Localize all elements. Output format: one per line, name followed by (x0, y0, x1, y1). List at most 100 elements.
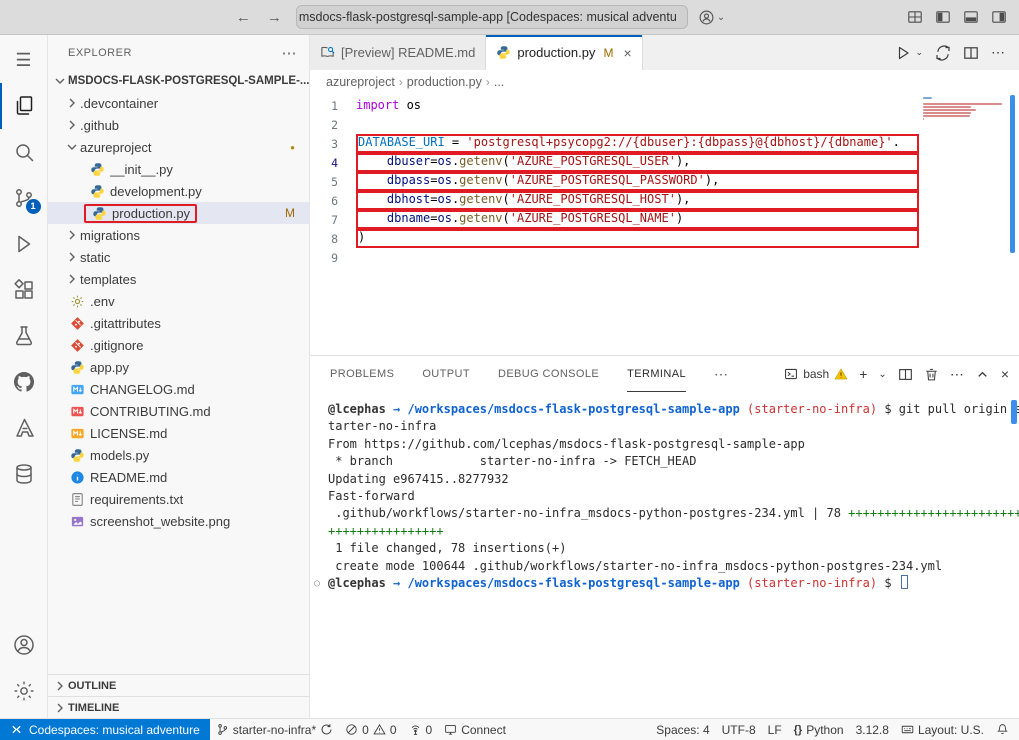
keyboard-layout-indicator[interactable]: Layout: U.S. (895, 719, 990, 740)
tab-close-icon[interactable]: × (623, 45, 631, 61)
tree-item-contributing-md[interactable]: CONTRIBUTING.md (48, 400, 309, 422)
code-line[interactable]: 1import os (310, 96, 1019, 115)
tree-item-migrations[interactable]: migrations (48, 224, 309, 246)
tree-item-github[interactable]: .github (48, 114, 309, 136)
forward-icon[interactable]: → (267, 9, 282, 26)
notifications-bell[interactable] (990, 719, 1015, 740)
sidebar-more-icon[interactable]: ⋯ (282, 44, 298, 62)
tree-item-screenshot-website-png[interactable]: screenshot_website.png (48, 510, 309, 532)
code-line[interactable]: 3DATABASE_URI = 'postgresql+psycopg2://{… (310, 134, 1019, 153)
branch-indicator[interactable]: starter-no-infra* (210, 719, 339, 740)
minimap[interactable] (923, 97, 1005, 124)
editor-tab-production-py[interactable]: production.pyM× (486, 35, 642, 70)
breadcrumb-item[interactable]: production.py (407, 75, 482, 89)
tree-item-app-py[interactable]: app.py (48, 356, 309, 378)
terminal-more-actions-icon[interactable]: ⋯ (950, 366, 964, 383)
toggle-secondary-sidebar-icon[interactable] (991, 9, 1007, 25)
toggle-primary-sidebar-icon[interactable] (935, 9, 951, 25)
activity-item-remote-explorer[interactable] (0, 451, 48, 497)
breadcrumb-item[interactable]: azureproject (326, 75, 395, 89)
activity-item-search[interactable] (0, 129, 48, 175)
run-dropdown-chevron-icon[interactable]: ⌄ (915, 47, 923, 58)
annotated-code-text: ) (356, 229, 919, 248)
terminal-line: * branch starter-no-infra -> FETCH_HEAD (328, 453, 1013, 470)
panel-tab-debug-console[interactable]: DEBUG CONSOLE (498, 356, 599, 392)
code-editor[interactable]: 1import os23DATABASE_URI = 'postgresql+p… (310, 94, 1019, 355)
activity-item-testing[interactable] (0, 313, 48, 359)
tree-item-gitattributes[interactable]: .gitattributes (48, 312, 309, 334)
code-line[interactable]: 4 dbuser=os.getenv('AZURE_POSTGRESQL_USE… (310, 153, 1019, 172)
kill-terminal-trash-icon[interactable] (924, 367, 939, 382)
tree-root-folder[interactable]: MSDOCS-FLASK-POSTGRESQL-SAMPLE-... (48, 70, 309, 92)
panel-tab-terminal[interactable]: TERMINAL (627, 356, 686, 392)
open-changes-icon[interactable] (935, 45, 951, 61)
editor-tab-preview-readme-md[interactable]: [Preview] README.md (310, 35, 486, 70)
problems-indicator[interactable]: 0 0 (339, 719, 402, 740)
outline-section[interactable]: OUTLINE (48, 674, 309, 696)
tree-item-changelog-md[interactable]: CHANGELOG.md (48, 378, 309, 400)
activity-item-azure[interactable] (0, 405, 48, 451)
tree-item-gitignore[interactable]: .gitignore (48, 334, 309, 356)
tree-item-devcontainer[interactable]: .devcontainer (48, 92, 309, 114)
tree-item-static[interactable]: static (48, 246, 309, 268)
tree-item-readme-md[interactable]: README.md (48, 466, 309, 488)
code-line[interactable]: 7 dbname=os.getenv('AZURE_POSTGRESQL_NAM… (310, 210, 1019, 229)
more-actions-icon[interactable]: ⋯ (991, 44, 1005, 61)
back-icon[interactable]: ← (236, 9, 251, 26)
connect-button[interactable]: Connect (438, 719, 512, 740)
vscode-window: ← → msdocs-flask-postgresql-sample-app [… (0, 0, 1019, 740)
tree-item-requirements-txt[interactable]: requirements.txt (48, 488, 309, 510)
terminal-shell-selector[interactable]: bash (784, 367, 848, 381)
code-line[interactable]: 8) (310, 229, 1019, 248)
tree-item-license-md[interactable]: LICENSE.md (48, 422, 309, 444)
code-line[interactable]: 9 (310, 248, 1019, 267)
terminal-profile-chevron-icon[interactable]: ⌄ (878, 369, 886, 380)
maximize-panel-chevron-up-icon[interactable] (975, 367, 990, 382)
language-indicator[interactable]: {} Python (788, 719, 850, 740)
activity-item-extensions[interactable] (0, 267, 48, 313)
tree-item-development-py[interactable]: development.py (48, 180, 309, 202)
run-python-file-icon[interactable] (895, 45, 911, 61)
indentation-indicator[interactable]: Spaces: 4 (650, 719, 715, 740)
split-terminal-icon[interactable] (898, 367, 913, 382)
activity-item-source-control[interactable]: 1 (0, 175, 48, 221)
panel-tabs-more-icon[interactable]: ⋯ (714, 366, 728, 383)
terminal[interactable]: @lcephas → /workspaces/msdocs-flask-post… (310, 392, 1019, 718)
activity-item-account[interactable] (0, 622, 48, 668)
tree-item-label: .github (80, 118, 119, 133)
panel-tab-problems[interactable]: PROBLEMS (330, 356, 394, 392)
customize-layout-icon[interactable] (907, 9, 923, 25)
ports-indicator[interactable]: 0 (403, 719, 439, 740)
encoding-indicator[interactable]: UTF-8 (716, 719, 762, 740)
tree-item-models-py[interactable]: models.py (48, 444, 309, 466)
panel-tab-output[interactable]: OUTPUT (422, 356, 470, 392)
split-editor-icon[interactable] (963, 45, 979, 61)
close-panel-icon[interactable]: × (1001, 366, 1009, 382)
profile-menu[interactable]: ⌄ (698, 9, 725, 26)
tree-item-templates[interactable]: templates (48, 268, 309, 290)
timeline-section[interactable]: TIMELINE (48, 696, 309, 718)
activity-item-run-debug[interactable] (0, 221, 48, 267)
tree-item-env[interactable]: .env (48, 290, 309, 312)
code-line[interactable]: 6 dbhost=os.getenv('AZURE_POSTGRESQL_HOS… (310, 191, 1019, 210)
new-terminal-button[interactable]: + (859, 366, 867, 382)
breadcrumb-item[interactable]: ... (494, 75, 504, 89)
toggle-panel-icon[interactable] (963, 9, 979, 25)
activity-item-explorer[interactable] (0, 83, 48, 129)
tree-item-azureproject[interactable]: azureproject● (48, 136, 309, 158)
keyboard-icon (901, 723, 914, 736)
tree-item-production-py[interactable]: production.pyM (48, 202, 309, 224)
activity-item-menu[interactable]: ☰ (0, 37, 48, 83)
activity-item-settings[interactable] (0, 668, 48, 714)
errors-count: 0 (362, 723, 369, 737)
terminal-scrollbar[interactable] (1011, 400, 1017, 424)
code-line[interactable]: 5 dbpass=os.getenv('AZURE_POSTGRESQL_PAS… (310, 172, 1019, 191)
eol-indicator[interactable]: LF (762, 719, 788, 740)
activity-item-github[interactable] (0, 359, 48, 405)
tree-item-init-py[interactable]: __init__.py (48, 158, 309, 180)
command-center-search[interactable]: msdocs-flask-postgresql-sample-app [Code… (296, 5, 688, 29)
python-version-indicator[interactable]: 3.12.8 (850, 719, 895, 740)
minimap-line (923, 112, 971, 114)
code-line[interactable]: 2 (310, 115, 1019, 134)
remote-indicator[interactable]: Codespaces: musical adventure (0, 719, 210, 740)
